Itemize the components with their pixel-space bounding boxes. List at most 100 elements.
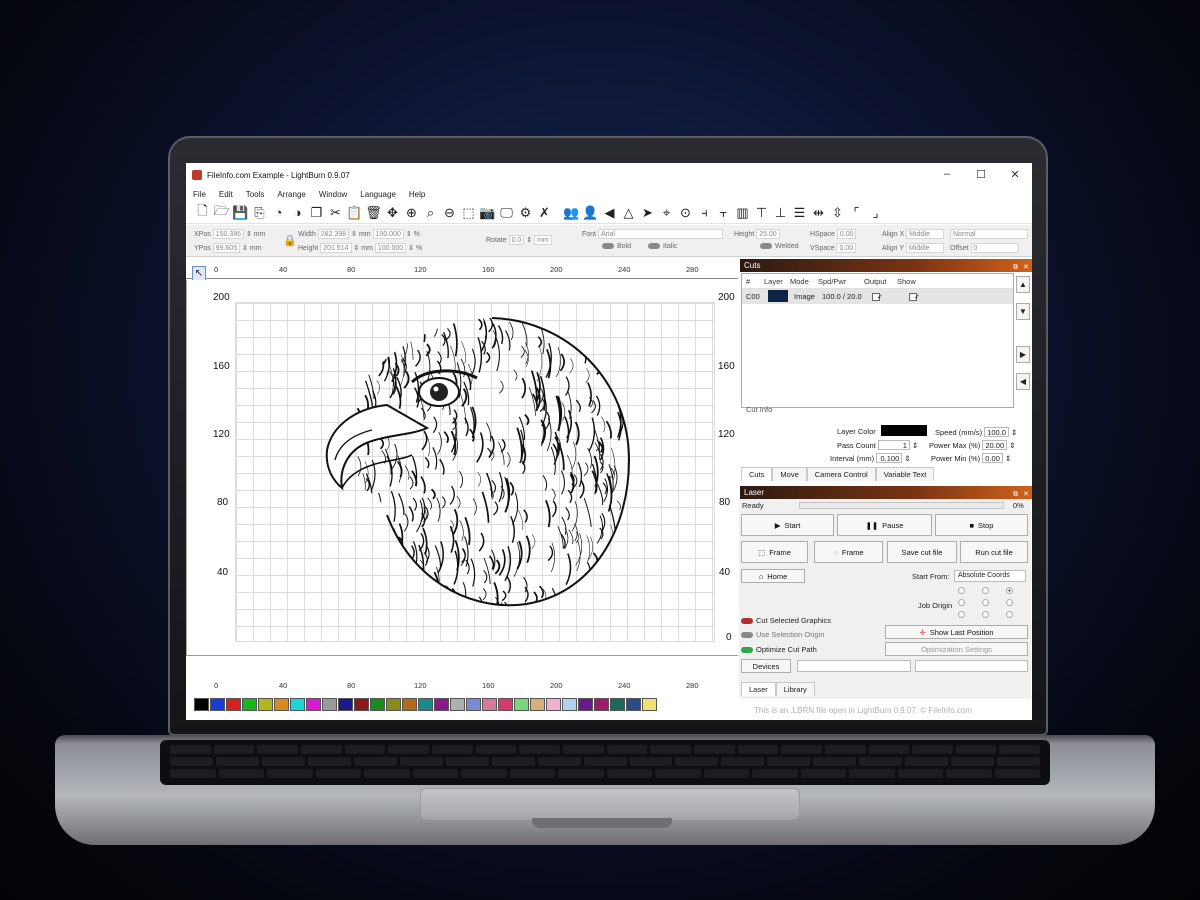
close-button[interactable]: ✕	[998, 163, 1032, 185]
use-selection-switch[interactable]	[741, 632, 753, 639]
menu-tools[interactable]: Tools	[246, 190, 265, 199]
height-field[interactable]: 201.514	[320, 243, 352, 253]
output-checkbox[interactable]: ✓	[872, 293, 883, 301]
scale-w-field[interactable]: 100.000	[372, 229, 404, 239]
move-down-icon[interactable]: ▼	[1016, 303, 1030, 320]
user-icon[interactable]: 👤	[582, 204, 599, 221]
welded-switch[interactable]	[760, 243, 772, 250]
optimize-cut-path-toggle[interactable]: Optimize Cut Path	[741, 645, 817, 654]
stop-button[interactable]: ■ Stop	[935, 514, 1028, 536]
palette-swatch[interactable]	[370, 698, 385, 711]
power-min-field[interactable]: 0.00	[982, 453, 1003, 463]
palette-swatch[interactable]	[594, 698, 609, 711]
align-right-icon[interactable]: ⫟	[715, 204, 732, 221]
device-select[interactable]	[797, 660, 911, 672]
origin-radio-ml[interactable]	[958, 599, 965, 606]
tab-move[interactable]: Move	[772, 467, 807, 481]
menu-help[interactable]: Help	[409, 190, 425, 199]
tools-icon[interactable]: ✗	[536, 204, 553, 221]
new-file-icon[interactable]: 🗋	[194, 203, 211, 221]
optimize-switch[interactable]	[741, 647, 753, 654]
panel-close-icon[interactable]: ✕	[1023, 261, 1029, 274]
pause-button[interactable]: ❚❚ Pause	[837, 514, 932, 536]
palette-swatch[interactable]	[546, 698, 561, 711]
rotate-unit-button[interactable]: mm	[534, 235, 552, 245]
layer-color-swatch[interactable]	[768, 289, 788, 302]
palette-swatch[interactable]	[290, 698, 305, 711]
palette-swatch[interactable]	[274, 698, 289, 711]
palette-swatch[interactable]	[562, 698, 577, 711]
italic-switch[interactable]	[648, 243, 660, 250]
font-height-field[interactable]: 25.00	[756, 229, 780, 239]
zoom-in-icon[interactable]: ⊕	[403, 204, 420, 221]
pass-count-field[interactable]: 1	[877, 440, 910, 450]
expand-right-icon[interactable]: ▶	[1016, 346, 1030, 363]
settings-gear-icon[interactable]: ⚙	[517, 204, 534, 221]
origin-radio-tc[interactable]	[982, 587, 989, 594]
width-field[interactable]: 282.398	[317, 229, 350, 239]
eagle-engraving-image[interactable]	[317, 310, 635, 610]
palette-swatch[interactable]	[418, 698, 433, 711]
tab-camera-control[interactable]: Camera Control	[806, 467, 876, 481]
start-button[interactable]: ▶ Start	[741, 514, 834, 536]
palette-swatch[interactable]	[402, 698, 417, 711]
palette-swatch[interactable]	[434, 698, 449, 711]
palette-swatch[interactable]	[386, 698, 401, 711]
align-x-select[interactable]: Middle	[906, 229, 945, 239]
align-top-icon[interactable]: ⊤	[753, 204, 770, 221]
power-max-field[interactable]: 20.00	[982, 440, 1008, 450]
frame-button[interactable]: ⬚ Frame	[741, 541, 808, 563]
palette-swatch[interactable]	[354, 698, 369, 711]
target-icon[interactable]: ⌖	[658, 204, 675, 221]
origin-radio-tr[interactable]	[1006, 587, 1013, 594]
bold-switch[interactable]	[602, 243, 614, 250]
xpos-field[interactable]: 150.386	[212, 229, 244, 239]
scale-h-field[interactable]: 100.000	[374, 243, 407, 253]
palette-swatch[interactable]	[514, 698, 529, 711]
space-v-icon[interactable]: ⇳	[829, 204, 846, 221]
tab-library[interactable]: Library	[775, 682, 815, 696]
menu-window[interactable]: Window	[319, 190, 347, 199]
palette-swatch[interactable]	[338, 698, 353, 711]
align-bottom-icon[interactable]: ⊥	[772, 204, 789, 221]
vspace-field[interactable]: 0.00	[836, 243, 857, 253]
minimize-button[interactable]: –	[930, 163, 964, 185]
menu-file[interactable]: File	[193, 190, 206, 199]
start-from-select[interactable]: Absolute Coords	[954, 570, 1026, 582]
palette-swatch[interactable]	[578, 698, 593, 711]
palette-swatch[interactable]	[498, 698, 513, 711]
open-icon[interactable]: 🗁	[213, 203, 230, 221]
move-icon[interactable]: ✥	[384, 204, 401, 221]
palette-swatch[interactable]	[626, 698, 641, 711]
send-icon[interactable]: ➤	[639, 204, 656, 221]
origin-radio-bl[interactable]	[958, 611, 965, 618]
cut-icon[interactable]: ✂	[327, 204, 344, 221]
cut-selected-toggle[interactable]: Cut Selected Graphics	[741, 616, 831, 625]
frame-round-button[interactable]: ◌ Frame	[814, 541, 883, 563]
palette-swatch[interactable]	[530, 698, 545, 711]
ypos-field[interactable]: 99.605	[212, 243, 241, 253]
group-icon[interactable]: 👥	[563, 204, 580, 221]
show-checkbox[interactable]: ✓	[909, 293, 920, 301]
palette-swatch[interactable]	[210, 698, 225, 711]
tab-variable-text[interactable]: Variable Text	[875, 467, 935, 481]
origin-radio-tl[interactable]	[958, 587, 965, 594]
palette-swatch[interactable]	[242, 698, 257, 711]
corner-icon[interactable]: ⌜	[848, 204, 865, 221]
offset-field[interactable]: 0	[970, 243, 1019, 253]
lock-icon[interactable]: 🔒	[283, 234, 297, 247]
optimization-settings-button[interactable]: Optimization Settings	[885, 642, 1028, 656]
delete-icon[interactable]: 🗑	[365, 204, 382, 221]
origin-radio-mr[interactable]	[1006, 599, 1013, 606]
origin-radio-mc[interactable]	[982, 599, 989, 606]
align-y-select[interactable]: Middle	[905, 243, 944, 253]
select-frame-icon[interactable]: ⬚	[460, 204, 477, 221]
home-button[interactable]: ⌂ Home	[741, 569, 805, 583]
menu-arrange[interactable]: Arrange	[277, 190, 305, 199]
cut-selected-switch[interactable]	[741, 618, 753, 625]
tab-laser[interactable]: Laser	[741, 682, 776, 696]
show-last-position-button[interactable]: ✛ Show Last Position	[885, 625, 1028, 639]
origin-radio-bc[interactable]	[982, 611, 989, 618]
menu-language[interactable]: Language	[360, 190, 396, 199]
design-canvas[interactable]: 200 160 120 80 40 200 160 120 80 40 0	[186, 280, 738, 655]
